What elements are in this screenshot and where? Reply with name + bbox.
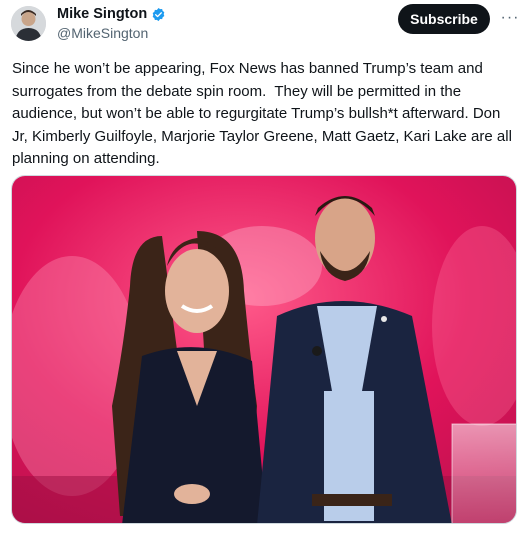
author-handle[interactable]: @MikeSington [57,25,148,41]
verified-badge-icon [151,7,166,22]
author-display-name[interactable]: Mike Sington [57,6,147,22]
more-horizontal-icon[interactable]: ··· [500,8,520,28]
tweet-photo[interactable] [11,175,517,524]
author-avatar[interactable] [11,6,46,41]
tweet-text: Since he won’t be appearing, Fox News ha… [12,60,517,167]
subscribe-button[interactable]: Subscribe [398,4,490,34]
author-name-row[interactable]: Mike Sington [57,6,166,22]
